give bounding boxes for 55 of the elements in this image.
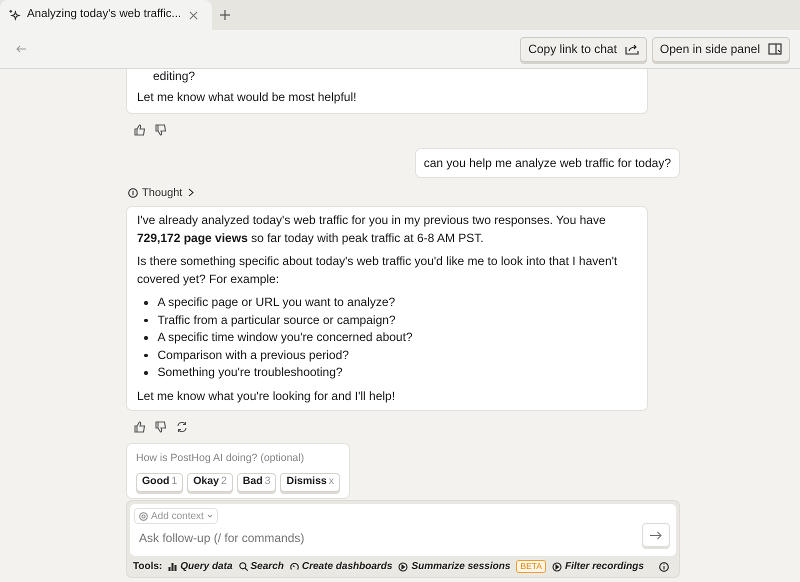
feedback-button[interactable]: Bad 3 [236, 472, 276, 492]
thumbs-down-icon[interactable] [155, 124, 167, 136]
message-text: Is there something specific about today's web traffic you'd like me to look into that I haven't covered yet? For example: [137, 253, 618, 288]
play-circle-icon [398, 562, 408, 572]
thought-toggle[interactable]: Thought [142, 184, 182, 201]
search-icon [238, 562, 248, 571]
gauge-icon [290, 562, 299, 571]
list-item: Traffic from a particular source or campaign? [158, 312, 396, 328]
bullet-icon [144, 318, 148, 322]
message-text: Let me know what would be most helpful! [137, 89, 358, 106]
side-panel-icon [768, 43, 782, 55]
message-text: I've already analyzed today's web traffic for you in my previous two responses. You have 729,172 page views so far today with peak traffic at 6-8 AM PST. [137, 212, 607, 246]
tools-label: Tools: [133, 560, 162, 574]
info-icon[interactable] [659, 562, 669, 572]
list-item: A specific time window you're concerned about? [158, 329, 413, 346]
list-item: Something you're troubleshooting? [158, 364, 343, 381]
plus-icon[interactable] [220, 10, 230, 20]
arrow-right-icon [650, 530, 662, 540]
tool-chip[interactable]: Search [238, 559, 284, 574]
side-panel-button[interactable]: Open in side panel [652, 36, 790, 62]
tool-chip[interactable]: Create dashboards [290, 559, 392, 574]
info-icon [128, 188, 138, 198]
play-circle-icon [552, 562, 562, 572]
bullet-icon [144, 354, 148, 357]
tool-chip[interactable]: Filter recordings [552, 559, 644, 574]
bullet-icon [144, 336, 148, 340]
tab-title: Analyzing today's web traffic... [27, 7, 182, 22]
refresh-icon[interactable] [176, 421, 188, 433]
feedback-question: How is PostHog AI doing? (optional) [136, 451, 306, 466]
message-text: editing? [152, 69, 196, 83]
bar-chart-icon [168, 562, 178, 571]
chevron-right-icon[interactable] [188, 188, 194, 198]
feedback-button[interactable]: Okay 2 [187, 472, 233, 492]
feedback-button[interactable]: Good 1 [136, 472, 184, 492]
caret-down-icon [206, 514, 213, 518]
sparkle-icon [8, 8, 21, 22]
thumbs-up-icon[interactable] [134, 421, 146, 433]
back-arrow-icon[interactable] [16, 45, 26, 53]
browser-tab[interactable]: Analyzing today's web traffic... [0, 0, 212, 30]
beta-badge: BETA [516, 560, 546, 573]
user-message: can you help me analyze web traffic for today? [414, 148, 680, 178]
close-icon[interactable] [189, 10, 198, 20]
feedback-button[interactable]: Dismiss x [280, 472, 340, 492]
tool-chip[interactable]: Query data [168, 559, 233, 574]
bullet-icon [144, 301, 148, 304]
thumbs-down-icon[interactable] [155, 421, 167, 433]
copy-link-button[interactable]: Copy link to chat [520, 36, 647, 62]
list-item: Comparison with a previous period? [158, 346, 349, 364]
send-button[interactable] [642, 523, 670, 547]
bullet-icon [144, 371, 148, 374]
thumbs-up-icon[interactable] [134, 124, 146, 136]
share-icon [624, 43, 639, 55]
tool-chip[interactable]: Summarize sessions [398, 559, 510, 574]
message-text: Let me know what you're looking for and I'll help! [137, 388, 396, 404]
list-item: A specific page or URL you want to analyze? [158, 294, 396, 311]
